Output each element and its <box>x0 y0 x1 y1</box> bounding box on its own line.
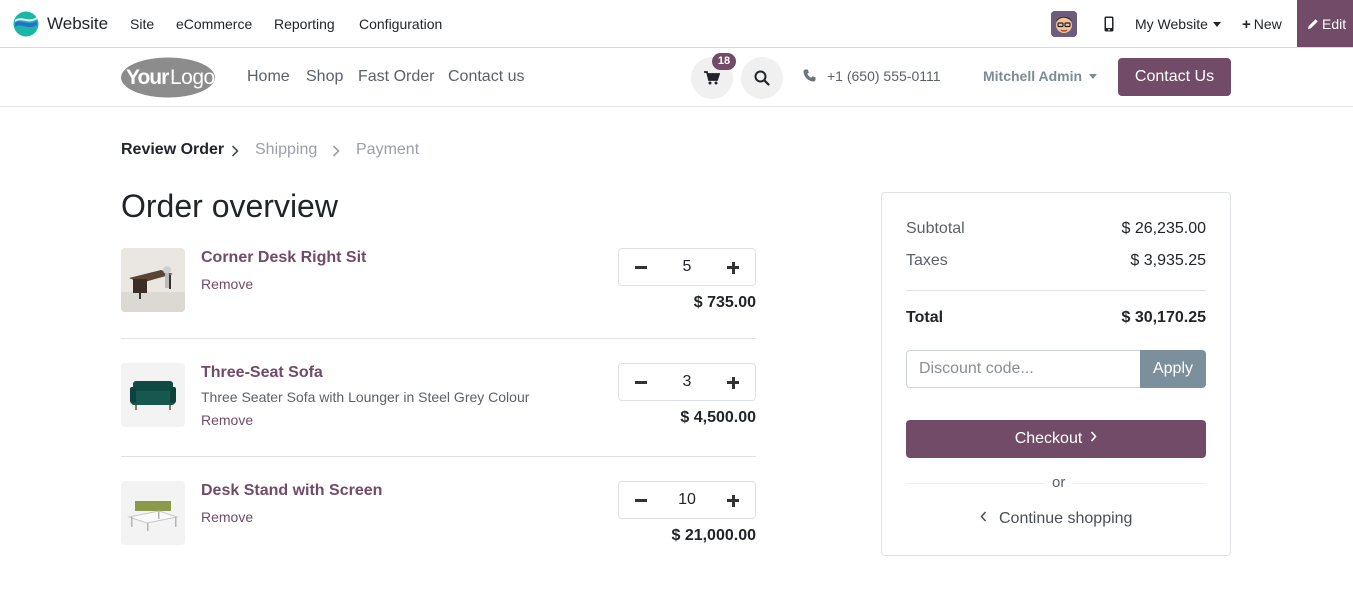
menu-site[interactable]: Site <box>130 16 154 32</box>
line-price: $ 735.00 <box>693 294 756 311</box>
step-shipping: Shipping <box>255 141 318 158</box>
taxes-value: $ 3,935.25 <box>1130 252 1206 269</box>
svg-text:Your: Your <box>126 66 169 89</box>
taxes-row: Taxes $ 3,935.25 <box>906 252 1206 272</box>
subtotal-value: $ 26,235.00 <box>1121 220 1206 237</box>
nav-home[interactable]: Home <box>247 68 290 86</box>
admin-bar: Website Site eCommerce Reporting Configu… <box>0 0 1353 48</box>
quantity-input[interactable]: 10 <box>663 482 711 518</box>
line-price: $ 21,000.00 <box>671 527 756 544</box>
continue-shopping-link[interactable]: Continue shopping <box>980 510 1132 528</box>
menu-ecommerce[interactable]: eCommerce <box>176 16 252 32</box>
or-separator: or <box>1044 474 1074 491</box>
divider <box>121 338 756 339</box>
order-line: Desk Stand with Screen Remove 10 $ 21,00… <box>121 481 756 545</box>
discount-code-input[interactable] <box>906 350 1142 388</box>
product-description: Three Seater Sofa with Lounger in Steel … <box>201 389 530 405</box>
chevron-right-icon <box>231 145 239 157</box>
decrease-quantity-button[interactable] <box>619 364 663 400</box>
nav-fast-order[interactable]: Fast Order <box>358 68 434 86</box>
quantity-stepper: 10 <box>618 481 756 519</box>
quantity-stepper: 3 <box>618 363 756 401</box>
increase-quantity-button[interactable] <box>711 364 755 400</box>
order-line: Three-Seat Sofa Three Seater Sofa with L… <box>121 363 756 428</box>
divider <box>121 456 756 457</box>
decrease-quantity-button[interactable] <box>619 482 663 518</box>
website-switcher[interactable]: My Website <box>1135 16 1221 32</box>
pencil-icon <box>1308 19 1318 29</box>
site-header: Your Logo Home Shop Fast Order Contact u… <box>0 48 1353 107</box>
step-review-order[interactable]: Review Order <box>121 141 224 159</box>
user-name: Mitchell Admin <box>983 68 1083 84</box>
remove-link[interactable]: Remove <box>201 509 253 525</box>
app-name[interactable]: Website <box>47 14 108 34</box>
step-payment: Payment <box>356 141 420 158</box>
website-app-icon[interactable] <box>13 11 39 37</box>
edit-button-label: Edit <box>1322 16 1347 32</box>
page-title: Order overview <box>121 188 338 224</box>
new-button-label: New <box>1253 16 1282 32</box>
phone-icon <box>803 69 816 82</box>
edit-button[interactable]: Edit <box>1297 0 1353 47</box>
cart-count-badge: 18 <box>712 53 736 70</box>
product-image[interactable] <box>121 248 185 312</box>
plus-icon: + <box>1242 16 1251 33</box>
site-logo[interactable]: Your Logo <box>120 57 216 98</box>
chevron-right-icon <box>332 145 340 157</box>
user-avatar[interactable] <box>1051 11 1077 37</box>
total-label: Total <box>906 309 944 326</box>
remove-link[interactable]: Remove <box>201 412 253 428</box>
quantity-input[interactable]: 5 <box>663 249 711 285</box>
product-image[interactable] <box>121 481 185 545</box>
decrease-quantity-button[interactable] <box>619 249 663 285</box>
cart-icon <box>704 71 720 85</box>
user-menu[interactable]: Mitchell Admin <box>983 68 1098 84</box>
remove-link[interactable]: Remove <box>201 276 253 292</box>
phone-number[interactable]: +1 (650) 555-0111 <box>827 68 941 84</box>
mobile-preview-icon[interactable] <box>1104 16 1114 32</box>
search-icon <box>754 70 770 86</box>
quantity-input[interactable]: 3 <box>663 364 711 400</box>
subtotal-label: Subtotal <box>906 220 965 237</box>
subtotal-row: Subtotal $ 26,235.00 <box>906 220 1206 240</box>
product-name[interactable]: Three-Seat Sofa <box>201 364 323 382</box>
product-name[interactable]: Corner Desk Right Sit <box>201 249 366 267</box>
nav-contact-us[interactable]: Contact us <box>448 68 524 86</box>
taxes-label: Taxes <box>906 252 948 269</box>
svg-text:Logo: Logo <box>170 66 215 89</box>
product-image[interactable] <box>121 363 185 427</box>
product-name[interactable]: Desk Stand with Screen <box>201 482 382 500</box>
search-button[interactable] <box>741 57 783 99</box>
chevron-right-icon <box>1091 431 1097 442</box>
nav-shop[interactable]: Shop <box>306 68 343 86</box>
caret-down-icon <box>1212 22 1221 27</box>
line-price: $ 4,500.00 <box>680 409 756 426</box>
quantity-stepper: 5 <box>618 248 756 286</box>
menu-reporting[interactable]: Reporting <box>274 16 335 32</box>
increase-quantity-button[interactable] <box>711 249 755 285</box>
checkout-button[interactable]: Checkout <box>906 420 1206 458</box>
caret-down-icon <box>1089 74 1098 79</box>
apply-discount-button[interactable]: Apply <box>1140 350 1206 388</box>
order-line: Corner Desk Right Sit Remove 5 $ 735.00 <box>121 248 756 312</box>
divider <box>906 290 1206 291</box>
checkout-button-label: Checkout <box>1014 430 1083 447</box>
total-row: Total $ 30,170.25 <box>906 309 1206 329</box>
increase-quantity-button[interactable] <box>711 482 755 518</box>
chevron-left-icon <box>980 511 987 522</box>
order-summary-card: Subtotal $ 26,235.00 Taxes $ 3,935.25 To… <box>881 192 1231 556</box>
new-button[interactable]: + New <box>1242 16 1282 33</box>
continue-shopping-label: Continue shopping <box>999 510 1133 527</box>
total-value: $ 30,170.25 <box>1121 309 1206 326</box>
website-switcher-label: My Website <box>1135 16 1208 32</box>
menu-configuration[interactable]: Configuration <box>359 16 442 32</box>
contact-us-button[interactable]: Contact Us <box>1118 58 1231 96</box>
